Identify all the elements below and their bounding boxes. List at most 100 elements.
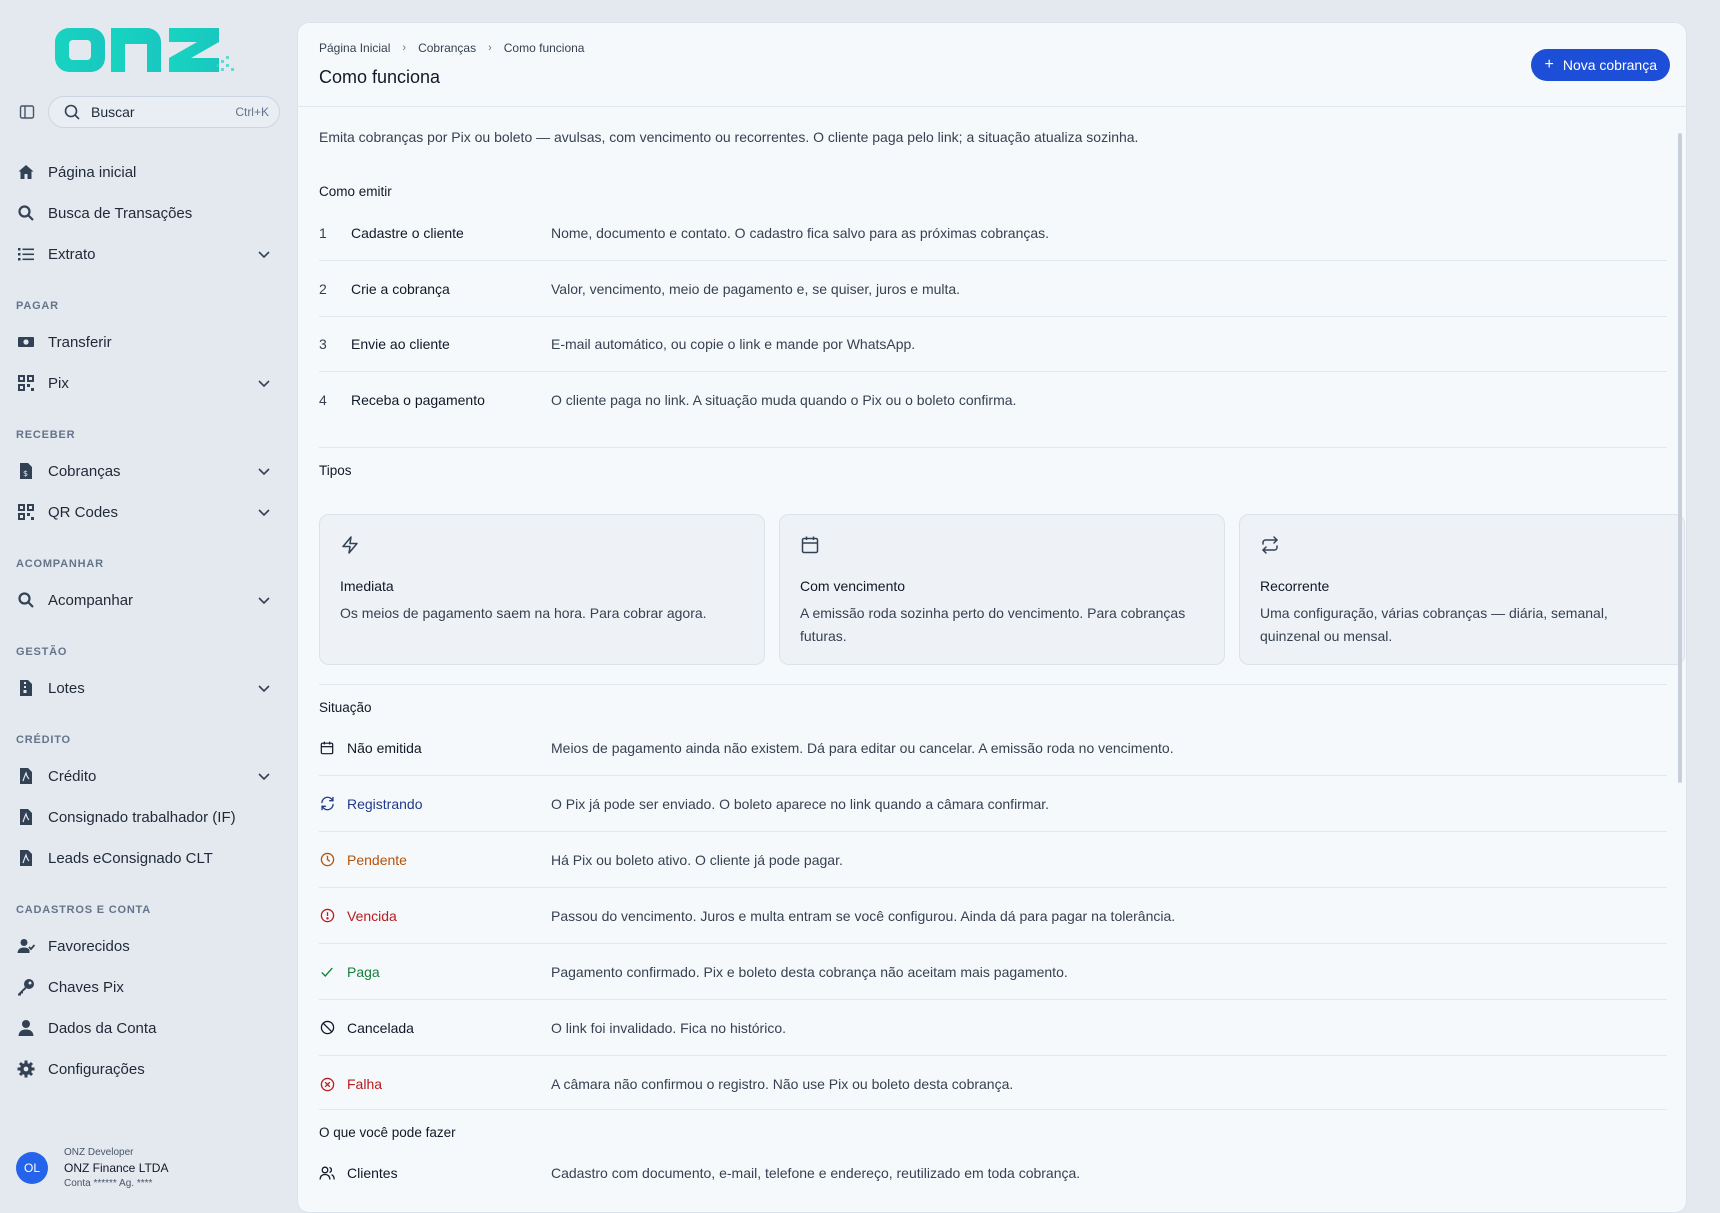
action-label: Clientes [347,1165,398,1181]
section-pagar: PAGAR [16,300,59,312]
section-gestao: GESTÃO [16,646,68,658]
status-desc: Pagamento confirmado. Pix e boleto desta… [551,963,1068,980]
section-divider [319,447,1667,448]
section-cadastros: CADASTROS E CONTA [16,904,152,916]
calendar-icon [319,740,335,756]
sidebar-item-label: Transferir [48,333,112,351]
sidebar-item-extrato[interactable]: Extrato [16,237,280,271]
page-header: Página Inicial › Cobranças › Como funcio… [298,23,1686,107]
step-desc: Nome, documento e contato. O cadastro fi… [551,224,1050,241]
zip-file-icon [16,678,36,698]
search-icon [64,104,80,120]
intro-text: Emita cobranças por Pix ou boleto — avul… [319,129,1139,145]
sidebar-item-favorecidos[interactable]: Favorecidos [16,929,280,963]
check-icon [319,964,335,980]
users-icon [319,1165,335,1181]
sidebar-item-lotes[interactable]: Lotes [16,671,280,705]
status-row-vencida: Vencida Passou do vencimento. Juros e mu… [319,888,1667,944]
step-label: Crie a cobrança [351,280,450,297]
sidebar-item-label: Lotes [48,679,85,697]
sidebar-item-label: Pix [48,374,69,392]
sidebar-item-pix[interactable]: Pix [16,366,280,400]
status-label: Vencida [347,907,397,924]
chevron-down-icon [258,251,270,259]
search-shortcut: Ctrl+K [235,105,269,119]
sidebar-item-leads[interactable]: Leads eConsignado CLT [16,841,280,875]
user-info: ONZ Developer ONZ Finance LTDA Conta ***… [64,1147,168,1189]
sidebar-item-label: Busca de Transações [48,204,193,222]
avatar: OL [16,1152,48,1184]
section-receber: RECEBER [16,429,76,441]
type-card-imediata: Imediata Os meios de pagamento saem na h… [319,514,765,665]
step-desc: E-mail automático, ou copie o link e man… [551,335,916,352]
ban-icon [319,1020,335,1036]
sidebar-item-busca-transacoes[interactable]: Busca de Transações [16,196,280,230]
step-row: 4 Receba o pagamento O cliente paga no l… [319,372,1667,428]
x-circle-icon [319,1076,335,1092]
list-icon [16,244,36,264]
sidebar-item-label: Dados da Conta [48,1019,157,1037]
sidebar-item-label: Cobranças [48,462,121,480]
status-row-nao-emitida: Não emitida Meios de pagamento ainda não… [319,720,1667,776]
status-desc: Passou do vencimento. Juros e multa entr… [551,907,1176,924]
sidebar: Buscar Ctrl+K Página inicial Busca de Tr… [0,0,297,1213]
status-badge: Não emitida [319,740,551,756]
sidebar-item-chaves-pix[interactable]: Chaves Pix [16,970,280,1004]
sidebar-item-transferir[interactable]: Transferir [16,325,280,359]
sidebar-item-label: Página inicial [48,163,137,181]
step-desc: O cliente paga no link. A situação muda … [551,392,1017,408]
search-input[interactable]: Buscar Ctrl+K [48,96,280,128]
search-icon [16,203,36,223]
type-card-com-vencimento: Com vencimento A emissão roda sozinha pe… [779,514,1225,665]
sidebar-item-qr-codes[interactable]: QR Codes [16,495,280,529]
breadcrumb-item-current: Como funciona [503,41,585,55]
step-row: 1 Cadastre o cliente Nome, documento e c… [319,205,1667,261]
invoice-icon: $ [16,461,36,481]
type-card-recorrente: Recorrente Uma configuração, várias cobr… [1239,514,1685,665]
sidebar-toggle-icon[interactable] [16,101,38,123]
status-desc: O Pix já pode ser enviado. O boleto apar… [551,795,1050,812]
pdf-file-icon [16,807,36,827]
sidebar-item-dados-conta[interactable]: Dados da Conta [16,1011,280,1045]
chevron-down-icon [258,597,270,605]
new-charge-button[interactable]: + Nova cobrança [1531,49,1670,81]
breadcrumb-item-home[interactable]: Página Inicial [319,41,390,55]
status-label: Cancelada [347,1019,414,1036]
sidebar-item-home[interactable]: Página inicial [16,155,280,189]
sidebar-item-label: Consignado trabalhador (IF) [48,808,236,826]
section-credito: CRÉDITO [16,734,71,746]
sidebar-item-label: Configurações [48,1060,145,1078]
section-title-situacao: Situação [319,700,372,715]
section-divider [319,684,1667,685]
gear-icon [16,1059,36,1079]
status-badge: Falha [319,1076,551,1092]
sidebar-item-credito[interactable]: Crédito [16,759,280,793]
step-number: 1 [319,224,327,241]
user-check-icon [16,936,36,956]
sidebar-item-consignado[interactable]: Consignado trabalhador (IF) [16,800,280,834]
step-number: 4 [319,392,327,408]
section-title-acoes: O que você pode fazer [319,1125,456,1140]
repeat-icon [1262,536,1278,554]
breadcrumb-item-cobrancas[interactable]: Cobranças [418,41,476,55]
status-row-cancelada: Cancelada O link foi invalidado. Fica no… [319,1000,1667,1056]
section-title-tipos: Tipos [319,463,352,478]
onz-logo[interactable] [55,20,237,76]
sidebar-item-cobrancas[interactable]: $ Cobranças [16,454,280,488]
step-label: Envie ao cliente [351,335,450,352]
sidebar-item-label: Leads eConsignado CLT [48,849,213,867]
user-account-menu[interactable]: OL ONZ Developer ONZ Finance LTDA Conta … [16,1142,280,1194]
status-desc: Há Pix ou boleto ativo. O cliente já pod… [551,851,843,868]
key-icon [16,977,36,997]
scrollbar[interactable] [1678,133,1682,783]
clock-icon [319,852,335,868]
type-card-title: Recorrente [1260,578,1330,594]
sidebar-item-label: QR Codes [48,503,119,521]
type-card-desc: Uma configuração, várias cobranças — diá… [1260,605,1608,644]
home-icon [16,162,36,182]
sidebar-item-configuracoes[interactable]: Configurações [16,1052,280,1086]
main-panel: Página Inicial › Cobranças › Como funcio… [297,22,1687,1213]
sidebar-item-acompanhar[interactable]: Acompanhar [16,583,280,617]
chevron-down-icon [258,685,270,693]
pdf-file-icon [16,766,36,786]
